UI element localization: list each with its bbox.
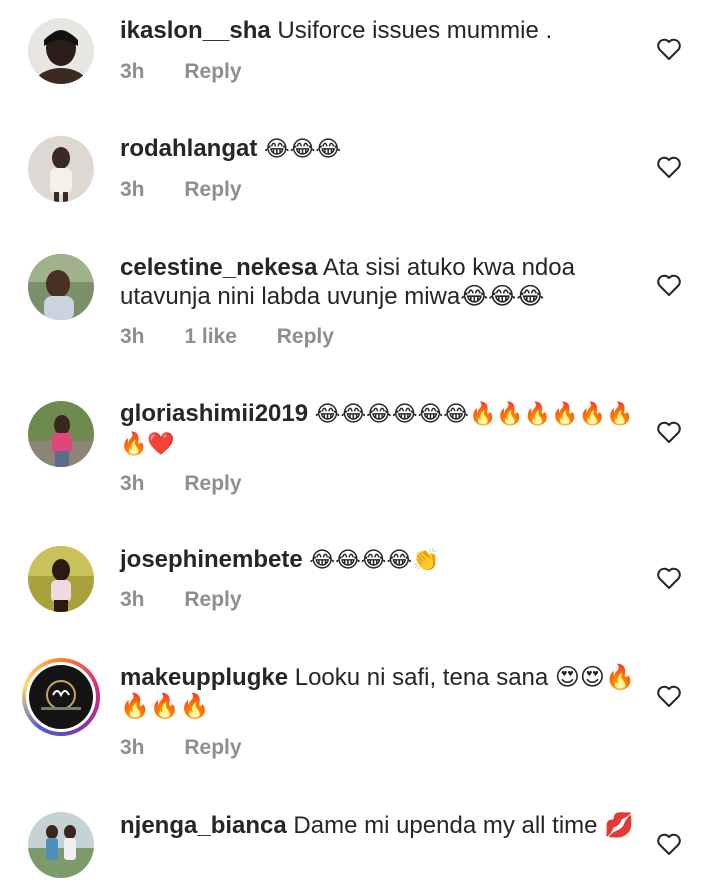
reply-button[interactable]: Reply (184, 60, 241, 83)
heart-outline-icon[interactable] (656, 832, 682, 856)
heart-outline-icon[interactable] (656, 155, 682, 179)
heart-outline-icon[interactable] (656, 273, 682, 297)
avatar[interactable] (28, 401, 94, 467)
comment-text: Usiforce issues mummie . (277, 17, 553, 44)
like-count[interactable]: 1 like (184, 325, 237, 348)
comment-username[interactable]: celestine_nekesa (120, 254, 317, 281)
comment-text: 😂😂😂😂👏 (309, 548, 440, 573)
comment-time: 3h (120, 588, 145, 611)
comment-list: ikaslon__sha Usiforce issues mummie . 3h… (0, 0, 720, 884)
heart-outline-icon[interactable] (656, 37, 682, 61)
avatar[interactable] (28, 18, 94, 84)
reply-button[interactable]: Reply (277, 325, 334, 348)
reply-button[interactable]: Reply (184, 178, 241, 201)
avatar[interactable] (28, 136, 94, 202)
heart-outline-icon[interactable] (656, 420, 682, 444)
comment-username[interactable]: makeupplugke (120, 664, 288, 691)
reply-button[interactable]: Reply (184, 472, 241, 495)
avatar[interactable] (28, 546, 94, 612)
comment-text: 😂😂😂 (264, 137, 342, 162)
reply-button[interactable]: Reply (184, 736, 241, 759)
avatar-story-ring[interactable] (22, 658, 100, 736)
brand-logo-icon (29, 665, 93, 729)
comment-time: 3h (120, 325, 145, 348)
comment-username[interactable]: gloriashimii2019 (120, 400, 308, 427)
comment-time: 3h (120, 736, 145, 759)
comment-time: 3h (120, 178, 145, 201)
comment-time: 3h (120, 472, 145, 495)
comment-username[interactable]: josephinembete (120, 546, 303, 573)
comment-username[interactable]: ikaslon__sha (120, 17, 271, 44)
reply-button[interactable]: Reply (184, 588, 241, 611)
heart-outline-icon[interactable] (656, 566, 682, 590)
comment-username[interactable]: rodahlangat (120, 135, 257, 162)
comment-username[interactable]: njenga_bianca (120, 812, 287, 839)
avatar[interactable] (28, 254, 94, 320)
comment-time: 3h (120, 60, 145, 83)
avatar[interactable] (28, 812, 94, 878)
comment-text: Dame mi upenda my all time 💋 (293, 812, 635, 839)
heart-outline-icon[interactable] (656, 684, 682, 708)
